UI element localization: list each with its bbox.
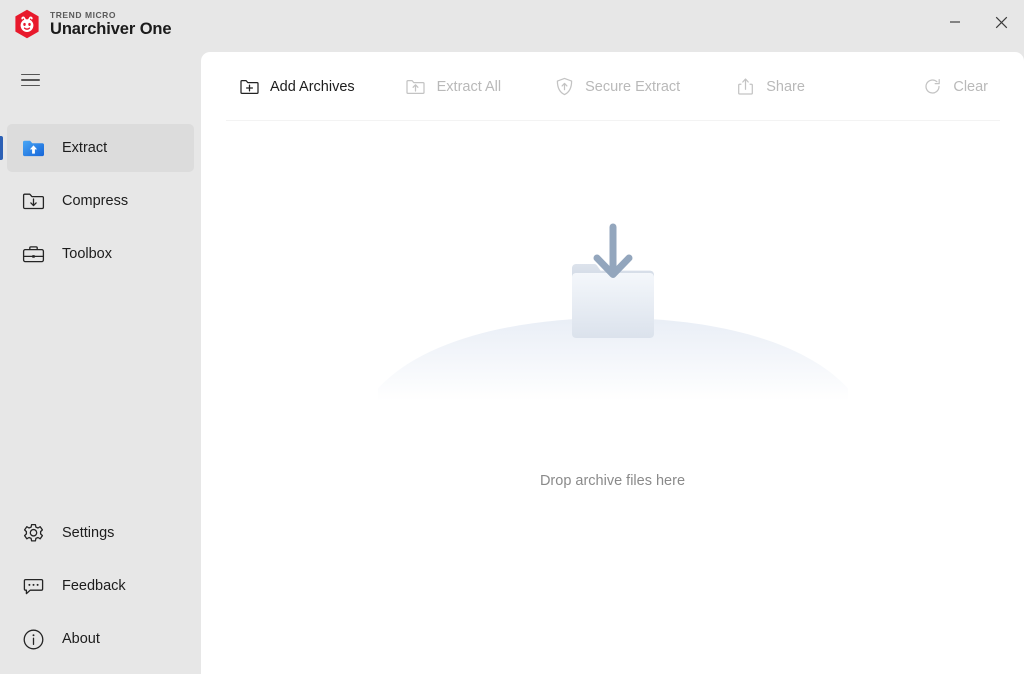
content-panel: Add Archives Extract All Secure Extract … bbox=[201, 52, 1024, 674]
toolbar-item-label: Extract All bbox=[436, 78, 502, 95]
toolbox-icon bbox=[20, 241, 46, 267]
folder-download-illustration bbox=[377, 223, 848, 401]
sidebar-primary-nav: Extract Compress Toolbox bbox=[0, 119, 201, 283]
secure-extract-button[interactable]: Secure Extract bbox=[541, 67, 692, 107]
drop-zone[interactable]: Drop archive files here bbox=[201, 121, 1024, 674]
extract-folder-icon bbox=[20, 135, 46, 161]
gear-icon bbox=[20, 520, 46, 546]
clear-button[interactable]: Clear bbox=[909, 67, 1000, 107]
window-controls bbox=[932, 0, 1024, 44]
app-window: TREND MICRO Unarchiver One Extract Compr… bbox=[0, 0, 1024, 674]
sidebar-item-label: Extract bbox=[62, 140, 108, 156]
sidebar-item-label: Toolbox bbox=[62, 246, 112, 262]
drop-zone-label: Drop archive files here bbox=[539, 473, 686, 489]
app-brand: TREND MICRO Unarchiver One bbox=[0, 0, 172, 39]
add-archives-button[interactable]: Add Archives bbox=[226, 67, 367, 107]
sidebar-item-toolbox[interactable]: Toolbox bbox=[7, 230, 194, 278]
sidebar-secondary-nav: Settings Feedback About bbox=[0, 504, 201, 668]
app-brand-text: TREND MICRO Unarchiver One bbox=[50, 10, 172, 38]
toolbar-item-label: Share bbox=[766, 78, 805, 95]
compress-folder-icon bbox=[20, 188, 46, 214]
folder-plus-icon bbox=[238, 76, 260, 98]
share-icon bbox=[734, 76, 756, 98]
sidebar: Extract Compress Toolbox Settings Feedba… bbox=[0, 52, 201, 674]
toolbar-item-label: Secure Extract bbox=[585, 78, 681, 95]
toolbar-item-label: Add Archives bbox=[270, 78, 355, 95]
trend-micro-logo-icon bbox=[15, 9, 39, 39]
refresh-icon bbox=[921, 76, 943, 98]
shield-up-icon bbox=[553, 76, 575, 98]
feedback-icon bbox=[20, 573, 46, 599]
sidebar-item-feedback[interactable]: Feedback bbox=[7, 562, 194, 610]
title-bar: TREND MICRO Unarchiver One bbox=[0, 0, 1024, 52]
minimize-icon bbox=[950, 21, 960, 23]
info-icon bbox=[20, 626, 46, 652]
app-title: Unarchiver One bbox=[50, 20, 172, 38]
sidebar-item-label: Feedback bbox=[62, 578, 126, 594]
close-button[interactable] bbox=[978, 0, 1024, 44]
minimize-button[interactable] bbox=[932, 0, 978, 44]
sidebar-item-about[interactable]: About bbox=[7, 615, 194, 663]
extract-all-button[interactable]: Extract All bbox=[393, 67, 513, 107]
sidebar-item-label: Settings bbox=[62, 525, 115, 541]
menu-toggle-button[interactable] bbox=[8, 61, 52, 99]
hamburger-icon bbox=[20, 70, 40, 91]
sidebar-item-compress[interactable]: Compress bbox=[7, 177, 194, 225]
folder-up-icon bbox=[405, 76, 427, 98]
sidebar-item-settings[interactable]: Settings bbox=[7, 509, 194, 557]
sidebar-item-label: Compress bbox=[62, 193, 129, 209]
sidebar-item-label: About bbox=[62, 631, 100, 647]
toolbar: Add Archives Extract All Secure Extract … bbox=[201, 52, 1024, 121]
share-button[interactable]: Share bbox=[722, 67, 817, 107]
close-icon bbox=[995, 16, 1007, 28]
sidebar-item-extract[interactable]: Extract bbox=[0, 124, 194, 172]
toolbar-item-label: Clear bbox=[953, 78, 988, 95]
